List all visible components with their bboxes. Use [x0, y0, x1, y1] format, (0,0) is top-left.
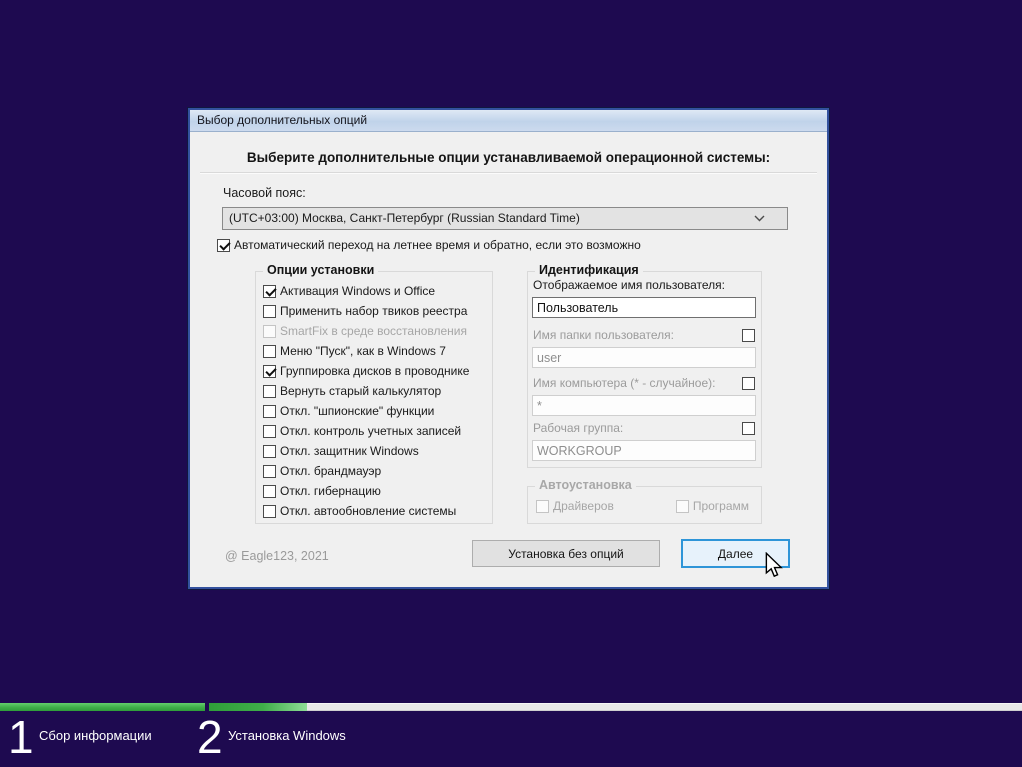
install-option-checkbox[interactable]: [263, 424, 276, 438]
mouse-cursor-icon: [765, 551, 783, 585]
autoinstall-label: Программ: [692, 499, 750, 513]
install-option-row[interactable]: Меню "Пуск", как в Windows 7: [263, 341, 488, 361]
install-option-checkbox: [263, 324, 276, 338]
identification-group-title: Идентификация: [535, 263, 643, 277]
dialog-titlebar[interactable]: Выбор дополнительных опций: [190, 110, 827, 132]
step-1-number: 1: [8, 711, 34, 763]
install-option-checkbox[interactable]: [263, 464, 276, 478]
install-option-row: SmartFix в среде восстановления: [263, 321, 488, 341]
install-option-label: Откл. защитник Windows: [280, 444, 419, 458]
install-option-checkbox[interactable]: [263, 504, 276, 518]
install-option-row[interactable]: Вернуть старый калькулятор: [263, 381, 488, 401]
install-option-label: Активация Windows и Office: [280, 284, 436, 298]
install-option-row[interactable]: Активация Windows и Office: [263, 281, 488, 301]
install-option-checkbox[interactable]: [263, 404, 276, 418]
install-without-options-button[interactable]: Установка без опций: [472, 540, 660, 567]
dialog-title: Выбор дополнительных опций: [197, 113, 368, 127]
credit-text: @ Eagle123, 2021: [225, 549, 329, 563]
install-option-row[interactable]: Группировка дисков в проводнике: [263, 361, 488, 381]
install-options-group-title: Опции установки: [263, 263, 379, 277]
install-option-checkbox[interactable]: [263, 444, 276, 458]
dialog-heading: Выберите дополнительные опции устанавлив…: [246, 150, 771, 165]
install-option-checkbox[interactable]: [263, 344, 276, 358]
step-2-label: Установка Windows: [228, 728, 346, 743]
dst-checkbox[interactable]: [217, 238, 230, 252]
install-option-label: Вернуть старый калькулятор: [280, 384, 442, 398]
progress-segment-1: [0, 703, 205, 711]
enable-field-checkbox[interactable]: [742, 421, 755, 435]
progress-fill-2: [209, 703, 307, 711]
install-option-label: Откл. брандмауэр: [280, 464, 382, 478]
install-option-label: SmartFix в среде восстановления: [280, 324, 467, 338]
install-option-label: Меню "Пуск", как в Windows 7: [280, 344, 446, 358]
timezone-label: Часовой пояс:: [223, 186, 306, 200]
install-option-row[interactable]: Откл. контроль учетных записей: [263, 421, 488, 441]
install-option-checkbox[interactable]: [263, 384, 276, 398]
dst-checkbox-row[interactable]: Автоматический переход на летнее время и…: [217, 238, 641, 252]
install-option-checkbox[interactable]: [263, 304, 276, 318]
timezone-selected-value: (UTC+03:00) Москва, Санкт-Петербург (Rus…: [229, 211, 580, 225]
enable-field-checkbox[interactable]: [742, 328, 755, 342]
install-option-label: Откл. автообновление системы: [280, 504, 457, 518]
autoinstall-list: Драйверов Программ: [536, 499, 749, 513]
install-option-label: Применить набор твиков реестра: [280, 304, 468, 318]
dst-checkbox-label: Автоматический переход на летнее время и…: [234, 238, 641, 252]
step-1-label: Сбор информации: [39, 728, 152, 743]
install-option-checkbox[interactable]: [263, 364, 276, 378]
field-label: Рабочая группа:: [533, 421, 624, 435]
install-option-row[interactable]: Откл. гибернацию: [263, 481, 488, 501]
field-label: Имя компьютера (* - случайное):: [533, 376, 716, 390]
install-option-row[interactable]: Применить набор твиков реестра: [263, 301, 488, 321]
autoinstall-group-title: Автоустановка: [535, 478, 636, 492]
field-label-row: Имя компьютера (* - случайное):: [533, 375, 755, 391]
chevron-down-icon: [754, 208, 765, 229]
install-option-row[interactable]: Откл. защитник Windows: [263, 441, 488, 461]
field-label-row: Отображаемое имя пользователя:: [533, 277, 755, 293]
field-label: Имя папки пользователя:: [533, 328, 674, 342]
options-dialog: Выбор дополнительных опций Выберите допо…: [187, 107, 830, 590]
identification-input: [532, 347, 756, 368]
field-label-row: Рабочая группа:: [533, 420, 755, 436]
progress-segment-2: [209, 703, 1022, 711]
field-label-row: Имя папки пользователя:: [533, 327, 755, 343]
install-option-label: Откл. гибернацию: [280, 484, 381, 498]
autoinstall-row: Программ: [675, 499, 750, 513]
install-options-list: Активация Windows и Office Применить набо…: [263, 281, 488, 521]
heading-divider: [200, 172, 817, 174]
install-option-checkbox[interactable]: [263, 484, 276, 498]
step-2-number: 2: [197, 711, 223, 763]
install-option-row[interactable]: Откл. "шпионские" функции: [263, 401, 488, 421]
install-option-label: Откл. контроль учетных записей: [280, 424, 462, 438]
timezone-select[interactable]: (UTC+03:00) Москва, Санкт-Петербург (Rus…: [222, 207, 788, 230]
enable-field-checkbox[interactable]: [742, 376, 755, 390]
install-option-row[interactable]: Откл. автообновление системы: [263, 501, 488, 521]
install-option-label: Группировка дисков в проводнике: [280, 364, 470, 378]
autoinstall-row: Драйверов: [536, 499, 614, 513]
autoinstall-group: Автоустановка Драйверов Программ: [527, 478, 762, 524]
progress-fill-1: [0, 703, 205, 711]
install-option-label: Откл. "шпионские" функции: [280, 404, 435, 418]
field-label: Отображаемое имя пользователя:: [533, 278, 726, 292]
identification-input: [532, 395, 756, 416]
install-option-row[interactable]: Откл. брандмауэр: [263, 461, 488, 481]
autoinstall-checkbox: [675, 499, 689, 513]
install-option-checkbox[interactable]: [263, 284, 276, 298]
identification-group: Идентификация Отображаемое имя пользоват…: [527, 263, 762, 468]
identification-input[interactable]: [532, 297, 756, 318]
autoinstall-label: Драйверов: [553, 499, 614, 513]
autoinstall-checkbox: [536, 499, 549, 513]
identification-input: [532, 440, 756, 461]
install-options-group: Опции установки Активация Windows и Offi…: [255, 263, 493, 524]
